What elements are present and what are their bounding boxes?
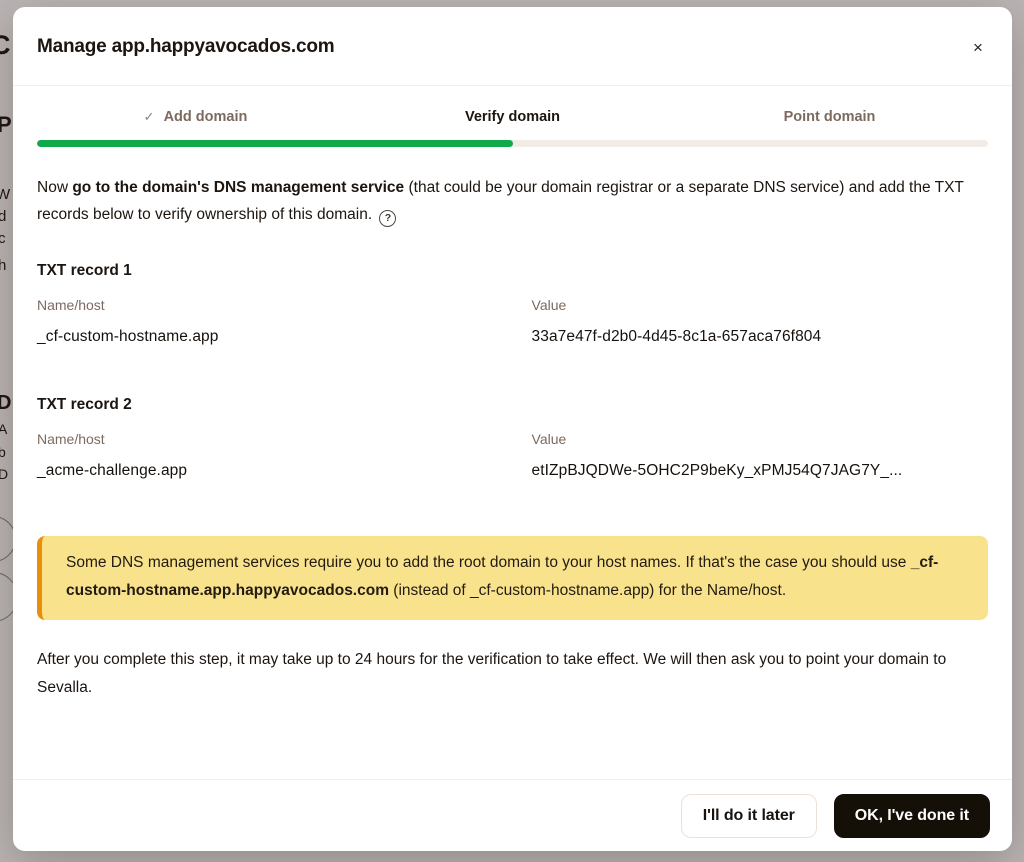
record-heading: TXT record 1 xyxy=(37,262,988,280)
progress-bar-fill xyxy=(37,140,513,147)
manage-domain-modal: Manage app.happyavocados.com × ✓ Add dom… xyxy=(13,7,1012,851)
step-label: Verify domain xyxy=(465,109,560,125)
step-add-domain[interactable]: ✓ Add domain xyxy=(37,109,354,125)
progress-bar-track xyxy=(37,140,988,147)
warning-text: (instead of _cf-custom-hostname.app) for… xyxy=(389,582,786,599)
intro-prefix: Now xyxy=(37,179,72,196)
close-icon[interactable]: × xyxy=(964,33,992,61)
help-icon[interactable]: ? xyxy=(379,210,396,227)
name-host-label: Name/host xyxy=(37,297,532,313)
step-point-domain[interactable]: Point domain xyxy=(671,109,988,125)
txt-record-2: TXT record 2 Name/host Value _acme-chall… xyxy=(37,396,988,480)
modal-body: Now go to the domain's DNS management se… xyxy=(13,147,1012,779)
modal-header: Manage app.happyavocados.com × xyxy=(13,7,1012,86)
step-verify-domain[interactable]: Verify domain xyxy=(354,109,671,125)
check-icon: ✓ xyxy=(144,109,155,125)
step-label: Point domain xyxy=(784,109,876,125)
warning-text: Some DNS management services require you… xyxy=(66,554,911,571)
record-value-value: 33a7e47f-d2b0-4d45-8c1a-657aca76f804 xyxy=(532,328,988,346)
verification-note: After you complete this step, it may tak… xyxy=(37,646,988,702)
value-label: Value xyxy=(532,431,988,447)
step-label: Add domain xyxy=(164,109,248,125)
modal-footer: I'll do it later OK, I've done it xyxy=(13,779,1012,851)
value-label: Value xyxy=(532,297,988,313)
txt-record-1: TXT record 1 Name/host Value _cf-custom-… xyxy=(37,262,988,346)
ok-done-button[interactable]: OK, I've done it xyxy=(834,794,990,838)
record-name-value: _cf-custom-hostname.app xyxy=(37,328,532,346)
name-host-label: Name/host xyxy=(37,431,532,447)
do-it-later-button[interactable]: I'll do it later xyxy=(681,794,817,838)
intro-bold: go to the domain's DNS management servic… xyxy=(72,179,404,196)
record-value-value: etIZpBJQDWe-5OHC2P9beKy_xPMJ54Q7JAG7Y_..… xyxy=(532,462,988,480)
record-name-value: _acme-challenge.app xyxy=(37,462,532,480)
dns-warning-callout: Some DNS management services require you… xyxy=(37,536,988,620)
record-heading: TXT record 2 xyxy=(37,396,988,414)
wizard-steps: ✓ Add domain Verify domain Point domain xyxy=(37,109,988,125)
intro-text: Now go to the domain's DNS management se… xyxy=(37,174,988,228)
modal-title: Manage app.happyavocados.com xyxy=(37,36,334,58)
